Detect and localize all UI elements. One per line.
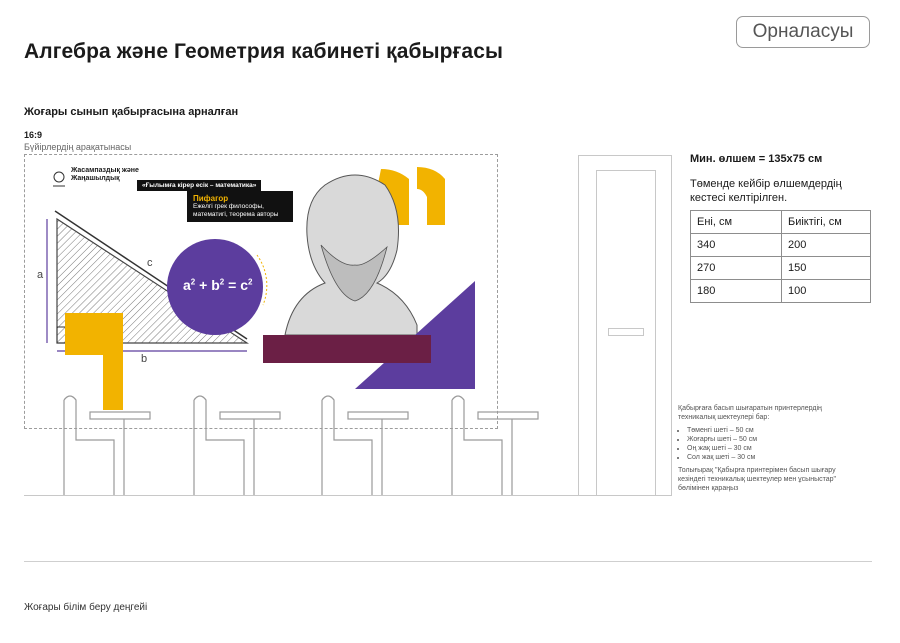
classroom-furniture	[63, 395, 539, 495]
pythagoras-name: Пифагор	[193, 194, 229, 203]
pythagoras-desc-2: математигі, теорема авторы	[193, 211, 279, 218]
table-row: 180 100	[690, 279, 871, 303]
printing-notes: Қабырғаға басып шығаратын принтерлердің …	[678, 404, 856, 493]
table-header-row: Ені, см Биіктігі, см	[690, 210, 871, 234]
table-cell: 100	[781, 279, 871, 303]
notes-intro: Қабырғаға басып шығаратын принтерлердің …	[678, 405, 822, 421]
chair-desk-3	[321, 395, 409, 495]
maroon-bar	[263, 335, 431, 363]
brand-line-2: Жаңашылдық	[71, 175, 120, 182]
chair-desk-2	[193, 395, 281, 495]
door-frame-top	[578, 155, 672, 156]
sizes-table: Ені, см Биіктігі, см 340 200 270 150 180…	[690, 210, 871, 303]
side-a-label: a	[37, 269, 44, 281]
table-intro: Төменде кейбір өлшемдердің кестесі келті…	[690, 178, 842, 204]
column-header-height: Биіктігі, см	[781, 210, 871, 234]
brand-line-1: Жасампаздық және	[71, 167, 139, 174]
table-row: 340 200	[690, 233, 871, 257]
table-row: 270 150	[690, 256, 871, 280]
list-item: Төменгі шеті – 50 см	[687, 426, 856, 435]
motto-banner: «Ғылымға кірер есік – математика»	[137, 180, 262, 191]
footer-divider	[24, 561, 872, 562]
pythagorean-formula: a2 + b2 = c2	[183, 277, 253, 293]
side-b-label: b	[141, 353, 148, 365]
yellow-quote-2	[417, 167, 445, 225]
pythagoras-desc-1: Ежелгі грек философы,	[193, 203, 264, 210]
notes-list: Төменгі шеті – 50 см Жоғарғы шеті – 50 с…	[678, 426, 856, 462]
min-size-label: Мин. өлшем = 135x75 см	[690, 153, 823, 165]
table-cell: 270	[690, 256, 782, 280]
list-item: Жоғарғы шеті – 50 см	[687, 435, 856, 444]
table-cell: 150	[781, 256, 871, 280]
brand-logo-icon	[53, 171, 65, 183]
footer-label: Жоғары білім беру деңгейі	[24, 602, 148, 613]
list-item: Оң жақ шеті – 30 см	[687, 444, 856, 453]
column-header-width: Ені, см	[690, 210, 782, 234]
notes-outro: Толығырақ "Қабырға принтерімен басып шығ…	[678, 467, 837, 492]
chair-desk-1	[63, 395, 151, 495]
door-frame-right	[671, 155, 672, 495]
section-subtitle: Жоғары сынып қабырғасына арналған	[24, 106, 239, 118]
aspect-ratio: 16:9	[24, 130, 43, 140]
aspect-ratio-caption: Бүйірлердің арақатынасы	[24, 142, 132, 152]
pythagoras-caption: Пифагор Ежелгі грек философы, математигі…	[187, 191, 293, 222]
table-cell: 340	[690, 233, 782, 257]
table-cell: 200	[781, 233, 871, 257]
page-title: Алгебра және Геометрия кабинеті қабырғас…	[24, 40, 504, 63]
chair-desk-4	[451, 395, 539, 495]
side-c-label: c	[147, 257, 153, 269]
brand-name: Жасампаздық және Жаңашылдық	[71, 167, 139, 183]
placement-button[interactable]: Орналасуы	[736, 16, 870, 48]
table-cell: 180	[690, 279, 782, 303]
door-handle	[608, 328, 644, 336]
list-item: Сол жақ шеті – 30 см	[687, 453, 856, 462]
